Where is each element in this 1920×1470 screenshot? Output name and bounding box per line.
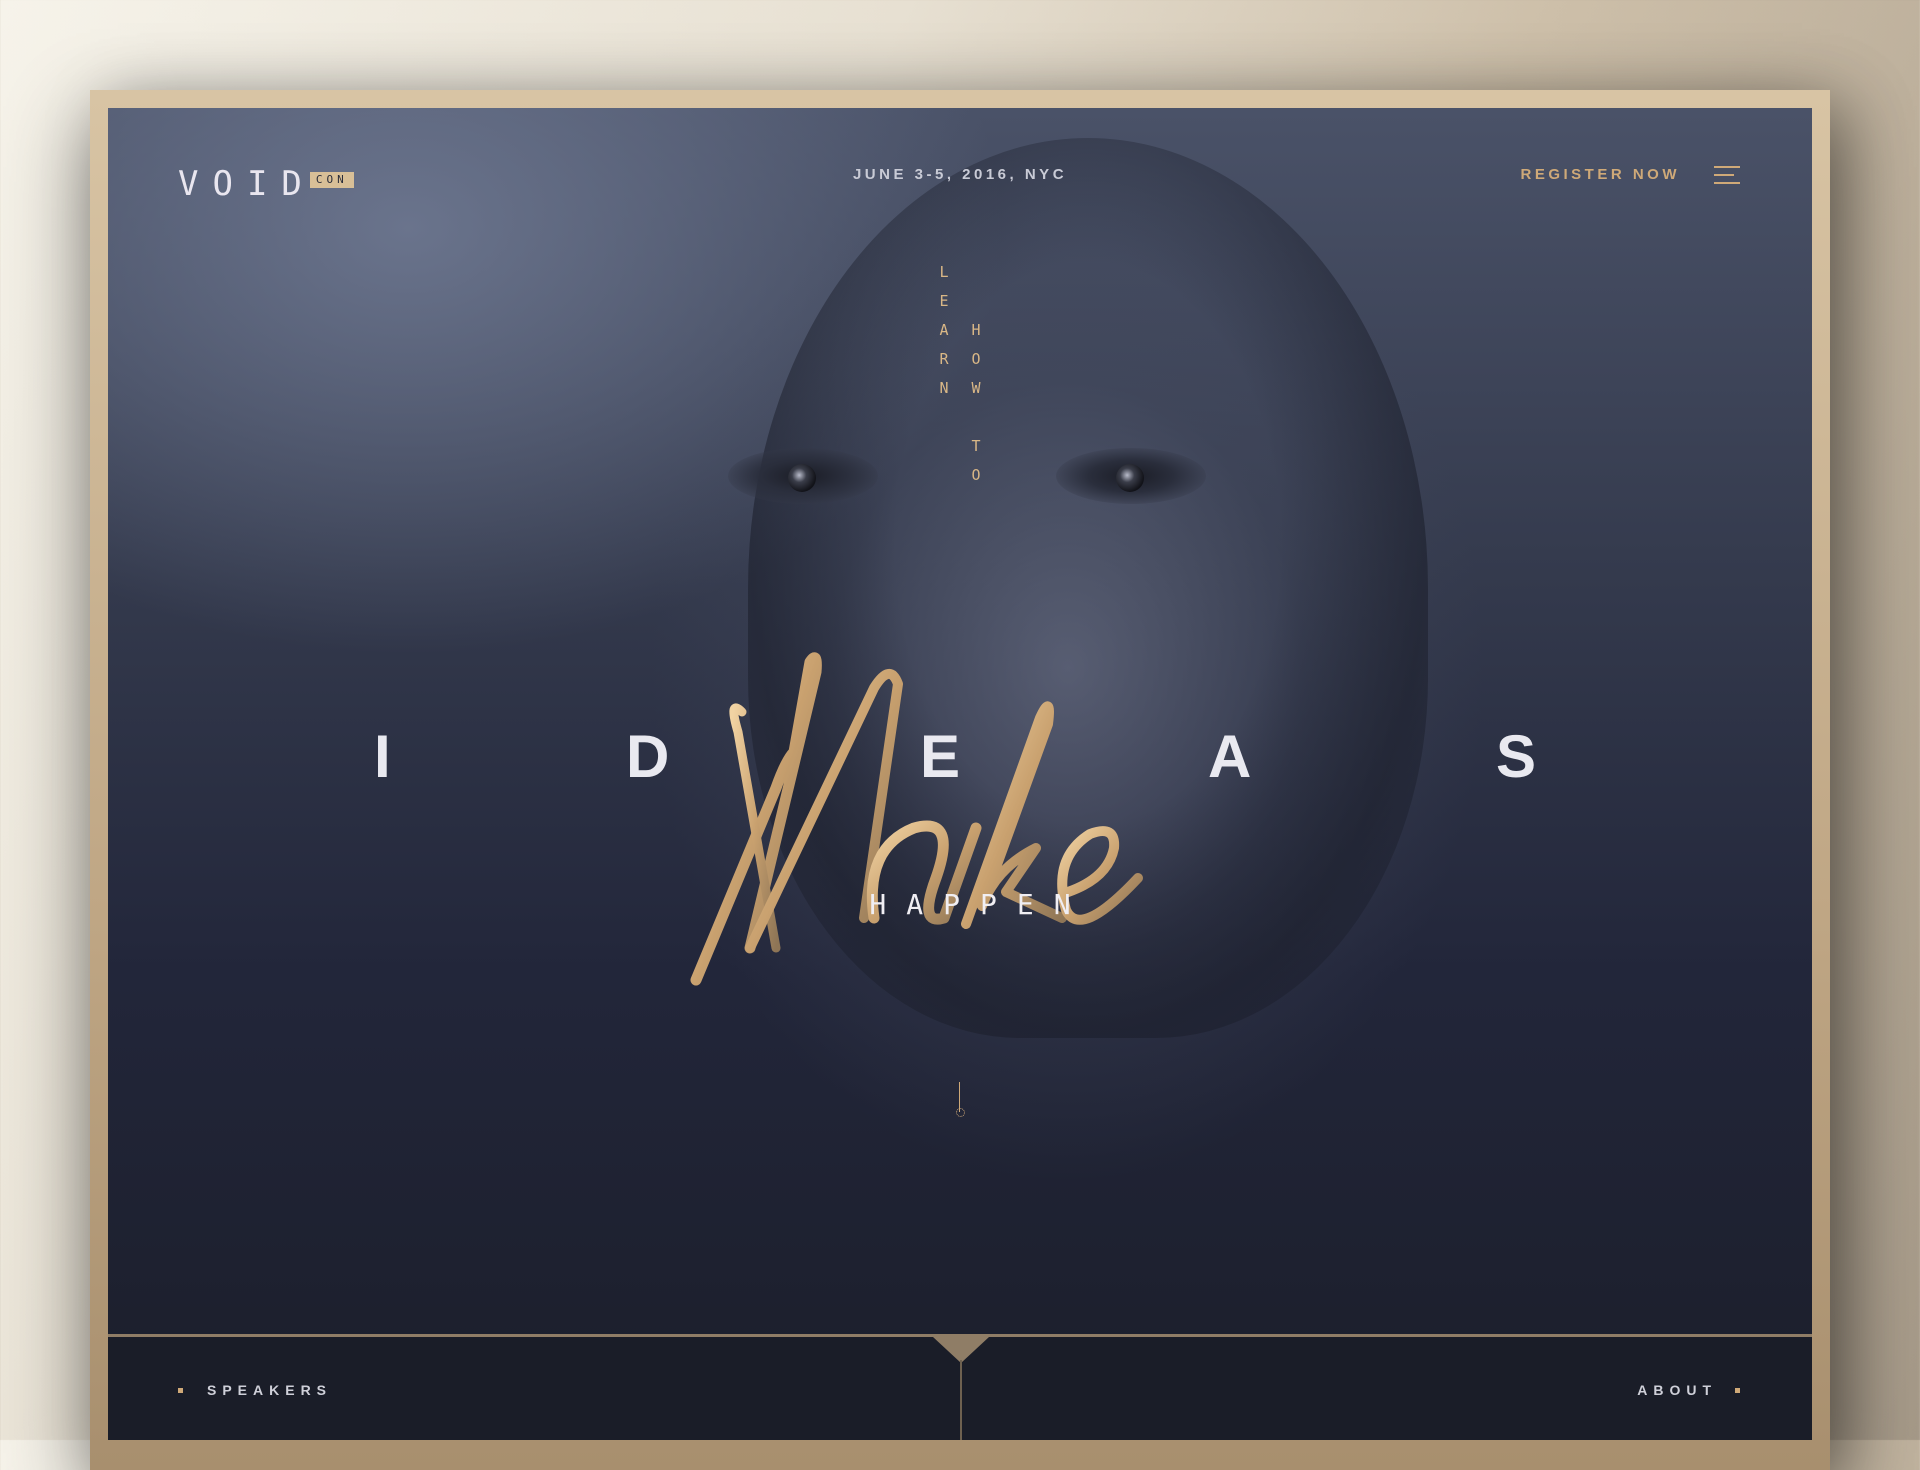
nav-speakers[interactable]: SPEAKERS: [178, 1382, 332, 1398]
ideas-letter-s: S: [1496, 723, 1537, 790]
center-vertical-line: [960, 1360, 962, 1440]
scroll-indicator-dot: [956, 1108, 965, 1117]
about-link[interactable]: ABOUT: [1637, 1382, 1717, 1398]
portrait-left-eye: [728, 448, 878, 504]
speakers-link[interactable]: SPEAKERS: [207, 1382, 332, 1398]
ideas-letter-d: D: [626, 723, 670, 790]
bullet-icon: [1735, 1387, 1740, 1393]
nav-about[interactable]: ABOUT: [1637, 1382, 1740, 1398]
vertical-text-learn: L E A R N: [939, 263, 949, 397]
portrait-right-eye: [1056, 448, 1206, 504]
happen-text: HAPPEN: [869, 888, 1091, 921]
bullet-icon: [178, 1387, 183, 1393]
hamburger-menu-icon[interactable]: [1714, 166, 1740, 184]
hero-screen: VOID CON JUNE 3-5, 2016, NYC REGISTER NO…: [108, 108, 1812, 1440]
register-now-button[interactable]: REGISTER NOW: [1520, 166, 1680, 183]
vertical-text-how-to: H O W T O: [971, 321, 981, 484]
script-make-lettering: [690, 652, 1143, 986]
ideas-letter-i: I: [374, 723, 391, 790]
